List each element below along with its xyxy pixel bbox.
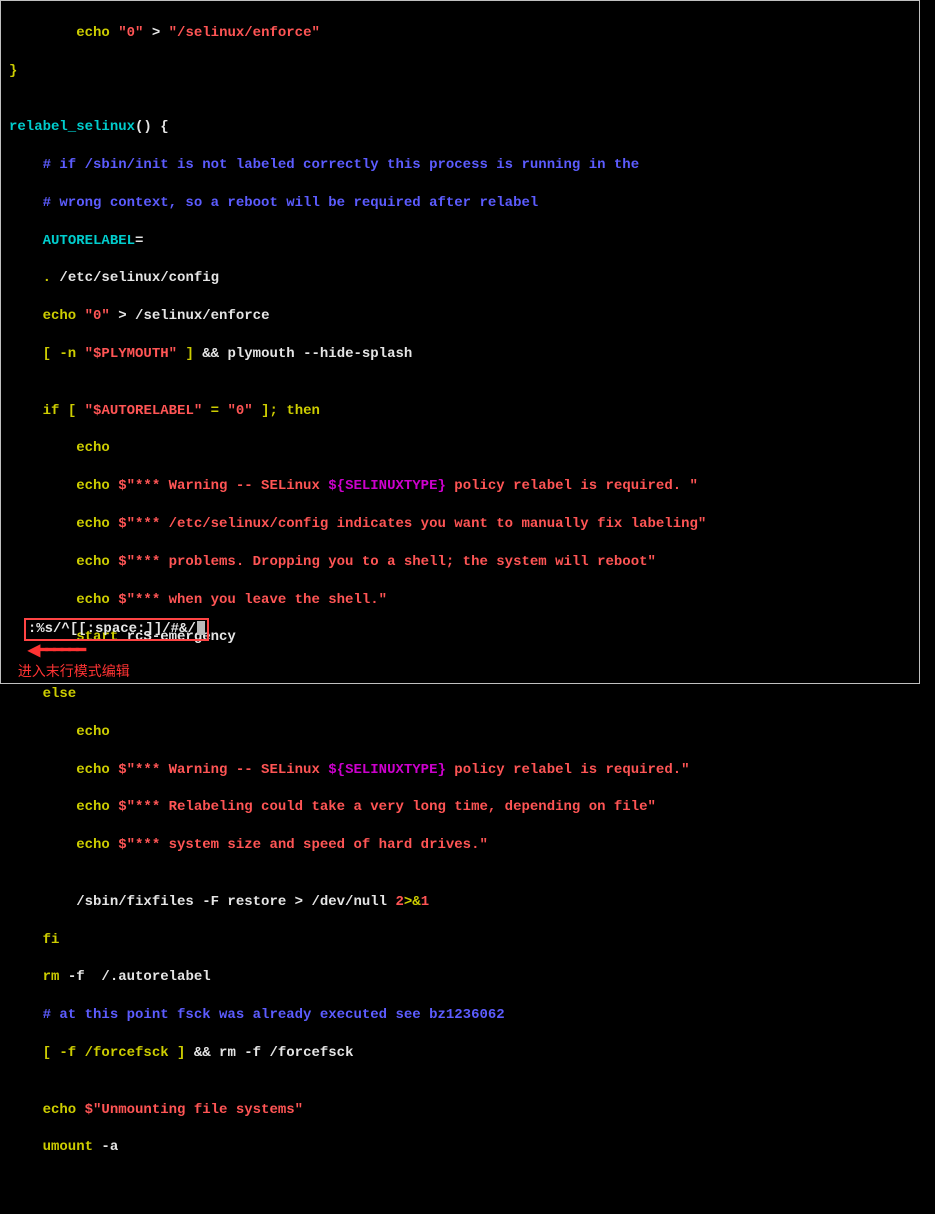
code-line: echo $"*** Warning -- SELinux ${SELINUXT… (9, 761, 911, 780)
code-line: umount -a (9, 1138, 911, 1157)
code-line: [ -n "$PLYMOUTH" ] && plymouth --hide-sp… (9, 345, 911, 364)
code-line: echo $"*** /etc/selinux/config indicates… (9, 515, 911, 534)
code-line: echo "0" > /selinux/enforce (9, 307, 911, 326)
code-line: echo $"*** Relabeling could take a very … (9, 798, 911, 817)
code-line: echo $"*** Warning -- SELinux ${SELINUXT… (9, 477, 911, 496)
code-line: echo "0" > "/selinux/enforce" (9, 24, 911, 43)
vim-command-text: :%s/^[[:space:]]/#&/ (28, 621, 196, 637)
code-line: AUTORELABEL= (9, 232, 911, 251)
code-line: echo $"*** problems. Dropping you to a s… (9, 553, 911, 572)
code-line: # if /sbin/init is not labeled correctly… (9, 156, 911, 175)
code-line: # at this point fsck was already execute… (9, 1006, 911, 1025)
code-line: echo $"*** system size and speed of hard… (9, 836, 911, 855)
code-line: # wrong context, so a reboot will be req… (9, 194, 911, 213)
code-line: } (9, 62, 911, 81)
code-line: echo (9, 439, 911, 458)
code-line: . /etc/selinux/config (9, 269, 911, 288)
annotation-label: 进入末行模式编辑 (18, 663, 130, 679)
code-line: relabel_selinux() { (9, 118, 911, 137)
code-line: echo $"Unmounting file systems" (9, 1101, 911, 1120)
code-line: /sbin/fixfiles -F restore > /dev/null 2>… (9, 893, 911, 912)
terminal-window[interactable]: echo "0" > "/selinux/enforce" } relabel_… (0, 0, 920, 684)
cursor-icon (197, 621, 205, 635)
code-line: echo (9, 723, 911, 742)
code-line: else (9, 685, 911, 704)
code-line: if [ "$AUTORELABEL" = "0" ]; then (9, 402, 911, 421)
arrow-left-icon: ◀━━━━━━ (28, 641, 84, 663)
code-line: fi (9, 931, 911, 950)
code-line: rm -f /.autorelabel (9, 968, 911, 987)
vim-command-line[interactable]: :%s/^[[:space:]]/#&/ (24, 618, 209, 641)
code-line: [ -f /forcefsck ] && rm -f /forcefsck (9, 1044, 911, 1063)
command-row: :%s/^[[:space:]]/#&/ ◀━━━━━━ 进入末行模式编辑 (1, 599, 919, 683)
